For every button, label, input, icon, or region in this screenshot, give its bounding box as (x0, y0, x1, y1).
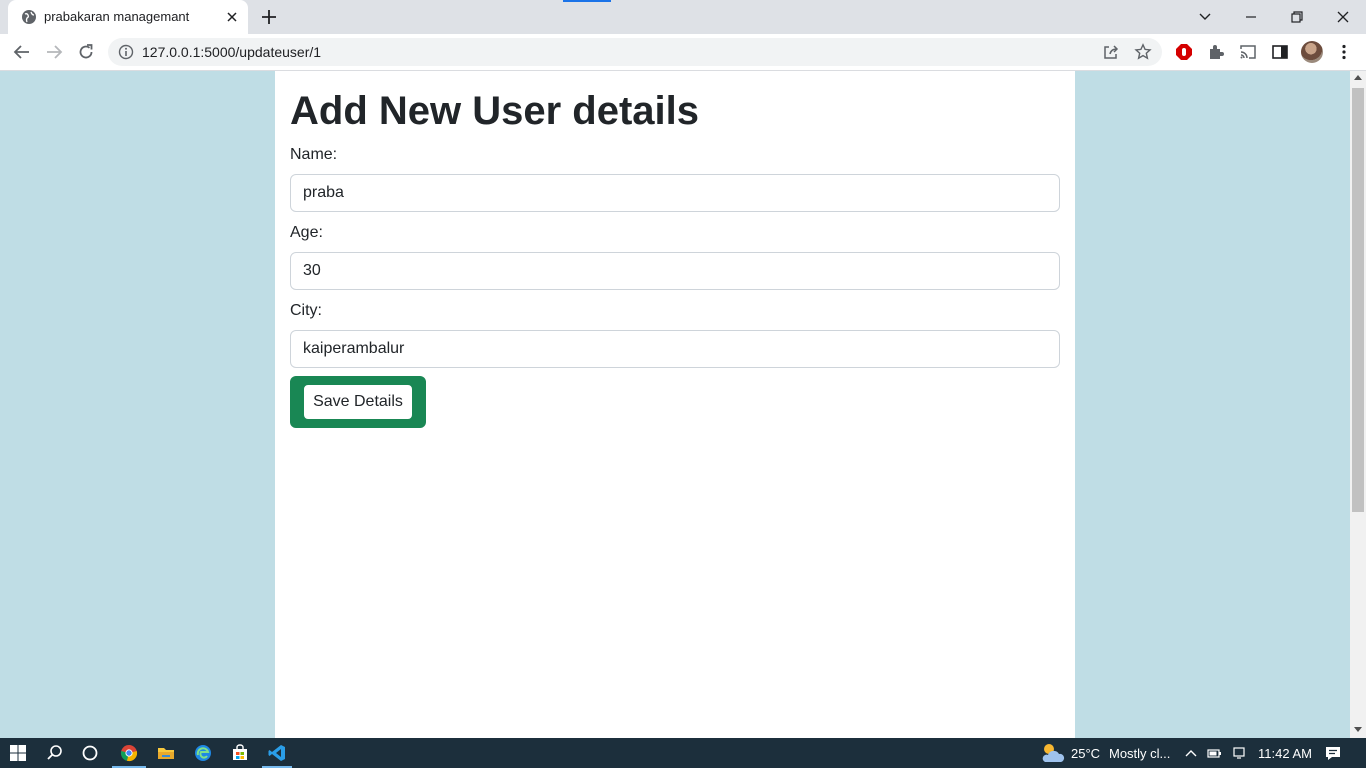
browser-tab[interactable]: prabakaran managemant (8, 0, 248, 34)
edge-icon[interactable] (192, 742, 214, 764)
age-label: Age: (290, 224, 323, 241)
back-icon[interactable] (10, 40, 34, 64)
windows-start-icon[interactable] (7, 742, 29, 764)
browser-tab-strip: prabakaran managemant (0, 0, 1366, 34)
battery-icon[interactable] (1206, 742, 1224, 764)
scroll-thumb[interactable] (1352, 88, 1364, 512)
side-panel-icon[interactable] (1270, 42, 1290, 62)
weather-cloud-icon[interactable] (1039, 742, 1065, 764)
windows-taskbar: 25°C Mostly cl... 11:42 AM (0, 738, 1366, 768)
reload-icon[interactable] (74, 40, 98, 64)
bookmark-star-icon[interactable] (1134, 43, 1152, 61)
scroll-down-arrow-icon[interactable] (1354, 727, 1362, 732)
page-scrollbar[interactable] (1350, 71, 1366, 738)
age-input[interactable] (290, 252, 1060, 290)
tab-search-icon[interactable] (1193, 5, 1217, 29)
restore-icon[interactable] (1285, 5, 1309, 29)
site-info-icon[interactable] (118, 44, 134, 60)
search-icon[interactable] (44, 742, 66, 764)
forward-icon[interactable] (42, 40, 66, 64)
browser-toolbar: 127.0.0.1:5000/updateuser/1 (0, 34, 1366, 71)
file-explorer-icon[interactable] (155, 742, 177, 764)
profile-avatar[interactable] (1301, 41, 1323, 63)
form-container: Add New User details Name: Age: City: Sa… (275, 71, 1075, 738)
network-icon[interactable] (1230, 742, 1248, 764)
share-icon[interactable] (1102, 43, 1120, 61)
extensions-icon[interactable] (1206, 42, 1226, 62)
notifications-icon[interactable] (1322, 742, 1344, 764)
close-window-icon[interactable] (1331, 5, 1355, 29)
tab-loading-indicator (563, 0, 611, 2)
opera-extension-icon[interactable] (1174, 42, 1194, 62)
url-text[interactable]: 127.0.0.1:5000/updateuser/1 (142, 44, 321, 60)
scroll-up-arrow-icon[interactable] (1354, 75, 1362, 80)
clock-time[interactable]: 11:42 AM (1258, 746, 1312, 761)
page-title: Add New User details (290, 89, 700, 133)
city-label: City: (290, 302, 322, 319)
store-icon[interactable] (229, 742, 251, 764)
task-view-icon[interactable] (79, 742, 101, 764)
cast-icon[interactable] (1238, 42, 1258, 62)
chevron-up-icon[interactable] (1182, 742, 1200, 764)
chrome-icon[interactable] (118, 742, 140, 764)
city-input[interactable] (290, 330, 1060, 368)
page-viewport: Add New User details Name: Age: City: Sa… (0, 71, 1350, 738)
weather-temp[interactable]: 25°C (1071, 746, 1100, 761)
save-button-frame: Save Details (290, 376, 426, 428)
minimize-icon[interactable] (1239, 5, 1263, 29)
save-details-button[interactable]: Save Details (303, 384, 413, 420)
close-tab-icon[interactable] (224, 9, 240, 25)
weather-desc[interactable]: Mostly cl... (1109, 746, 1170, 761)
more-menu-icon[interactable] (1334, 42, 1354, 62)
globe-icon (22, 10, 36, 24)
name-input[interactable] (290, 174, 1060, 212)
new-tab-icon[interactable] (259, 7, 279, 27)
address-bar[interactable]: 127.0.0.1:5000/updateuser/1 (108, 38, 1162, 66)
tab-title: prabakaran managemant (44, 9, 190, 24)
name-label: Name: (290, 146, 338, 163)
vscode-icon[interactable] (266, 742, 288, 764)
